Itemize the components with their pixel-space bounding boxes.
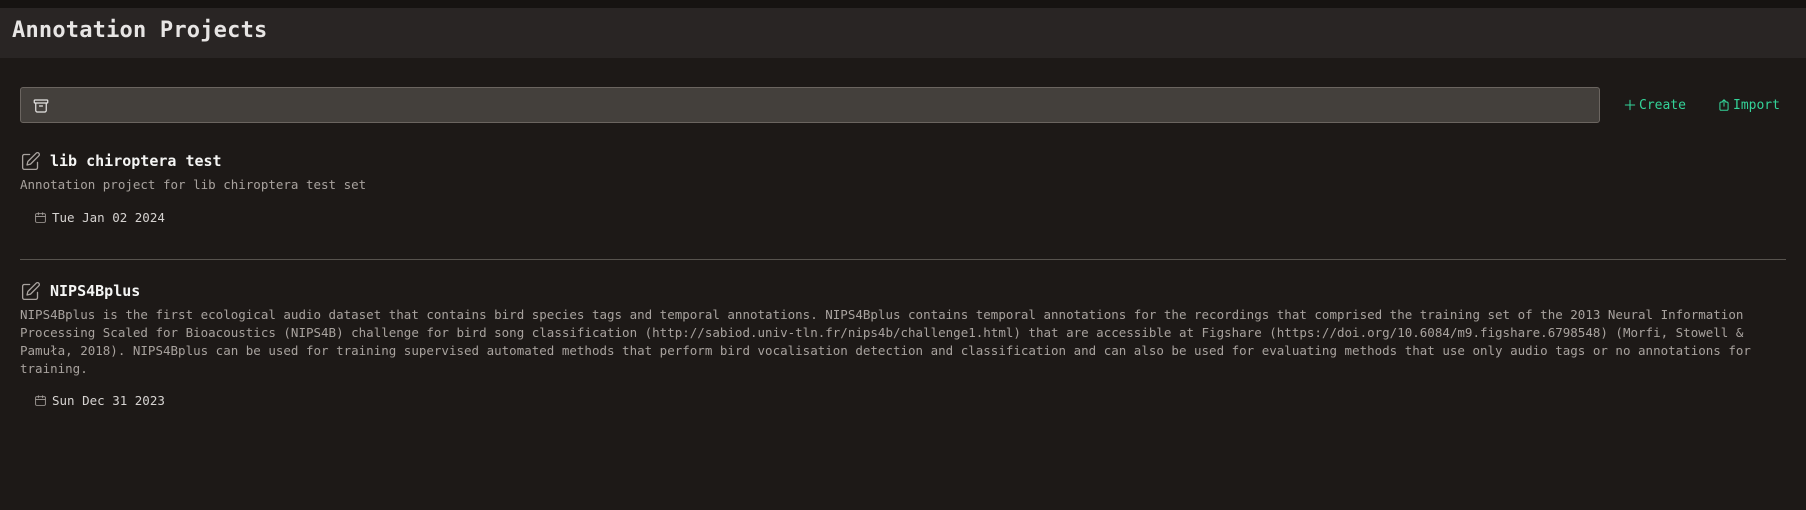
- plus-icon: [1624, 99, 1636, 111]
- import-button[interactable]: Import: [1717, 95, 1780, 115]
- page-header: Annotation Projects: [0, 8, 1806, 58]
- upload-icon: [1719, 99, 1729, 111]
- project-header: lib chiroptera test: [20, 150, 222, 172]
- project-date: Sun Dec 31 2023: [34, 393, 165, 408]
- project-description: Annotation project for lib chiroptera te…: [20, 177, 367, 192]
- project-date-text: Tue Jan 02 2024: [52, 210, 165, 225]
- edit-icon[interactable]: [20, 281, 41, 302]
- project-title[interactable]: NIPS4Bplus: [50, 282, 140, 300]
- calendar-icon: [35, 395, 46, 406]
- create-label: Create: [1639, 97, 1686, 113]
- edit-icon[interactable]: [20, 151, 41, 172]
- calendar-icon: [35, 212, 46, 223]
- search-input[interactable]: [61, 88, 1591, 122]
- import-label: Import: [1733, 97, 1780, 113]
- project-date: Tue Jan 02 2024: [34, 210, 165, 225]
- divider: [20, 259, 1786, 260]
- project-description: NIPS4Bplus is the first ecological audio…: [20, 307, 1751, 376]
- top-strip: [0, 0, 1806, 8]
- create-button[interactable]: Create: [1623, 95, 1686, 115]
- project-date-text: Sun Dec 31 2023: [52, 393, 165, 408]
- project-header: NIPS4Bplus: [20, 280, 140, 302]
- project-title[interactable]: lib chiroptera test: [50, 152, 222, 170]
- page-title: Annotation Projects: [12, 18, 268, 43]
- search-bar[interactable]: [20, 87, 1600, 123]
- archive-icon: [33, 99, 49, 113]
